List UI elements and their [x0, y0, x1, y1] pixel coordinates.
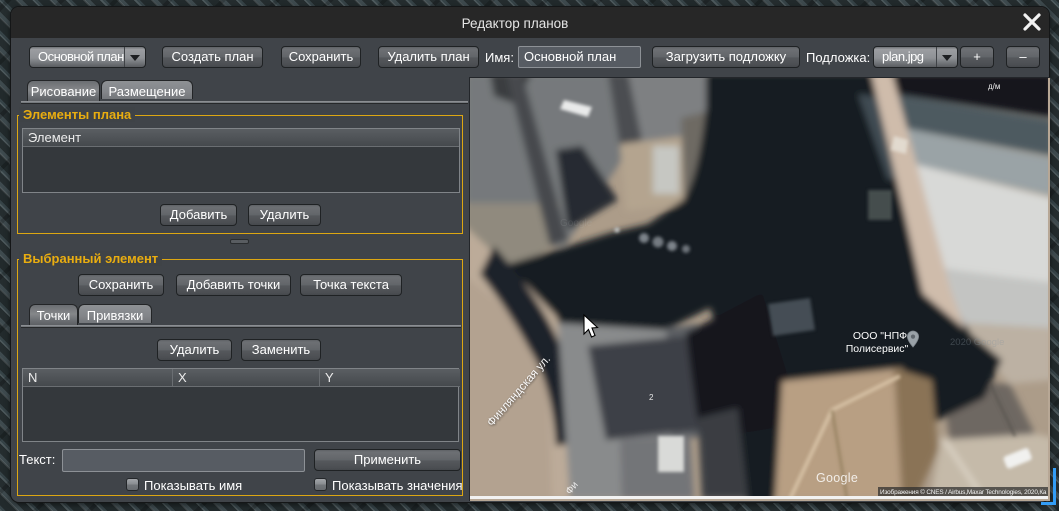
svg-text:Полисервис": Полисервис": [846, 343, 909, 355]
svg-text:Google: Google: [816, 471, 858, 485]
svg-text:2: 2: [649, 393, 654, 402]
svg-text:Google: Google: [560, 218, 593, 229]
svg-text:д/м: д/м: [988, 82, 1000, 91]
svg-text:2020 Google: 2020 Google: [950, 337, 1004, 348]
svg-text:Изображения © CNES / Airbus,Ma: Изображения © CNES / Airbus,Maxar Techno…: [880, 488, 1047, 496]
svg-text:ООО "НПФ: ООО "НПФ: [853, 330, 907, 342]
